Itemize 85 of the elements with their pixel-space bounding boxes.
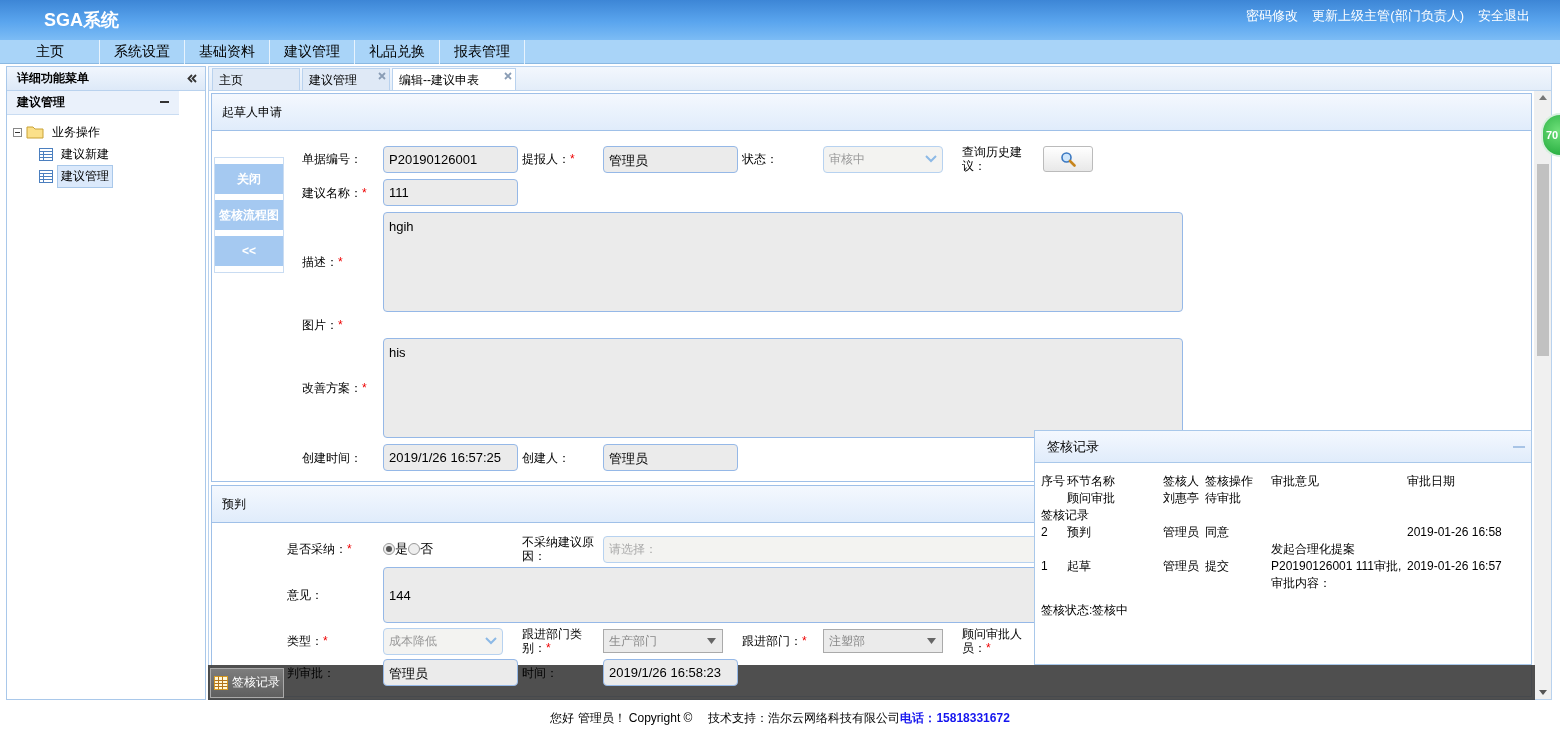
approval-status: 签核状态:签核中 — [1041, 603, 1129, 617]
field-label: 图片：* — [302, 318, 343, 332]
app-logo: SGA系统 — [44, 9, 119, 32]
records-button[interactable]: 签核记录 — [210, 667, 284, 698]
caret-down-icon[interactable] — [1538, 690, 1547, 695]
footer-phone: 电话：15818331672 — [900, 710, 1010, 727]
field-label: 单据编号： — [302, 152, 362, 166]
panel-header: 起草人申请 — [212, 94, 1531, 131]
text-area[interactable]: hgih — [383, 212, 1183, 312]
search-button[interactable] — [1043, 146, 1093, 172]
sidebar-section[interactable]: 建议管理 — [7, 91, 179, 115]
field-label: 查询历史建议： — [962, 145, 1023, 173]
close-icon[interactable] — [504, 72, 512, 80]
tree-item[interactable]: 业务操作 — [48, 120, 104, 144]
search-icon — [1060, 151, 1076, 167]
field-label: 创建时间： — [302, 450, 362, 465]
chevron-down-icon — [924, 154, 938, 164]
text-field[interactable]: 管理员 — [603, 444, 738, 471]
table-cell: 刘惠亭 — [1163, 491, 1199, 505]
menu-item[interactable]: 报表管理 — [440, 40, 525, 64]
menu-item[interactable]: 礼品兑换 — [355, 40, 440, 64]
collapse-icon[interactable] — [187, 74, 197, 83]
footer-greeting: 您好 管理员！ Copyright © — [550, 710, 693, 727]
chevron-down-icon — [484, 636, 498, 646]
field-label: 描述：* — [302, 255, 343, 269]
column-header: 序号 — [1041, 474, 1065, 488]
sidebar-title: 详细功能菜单 — [17, 70, 89, 87]
field-label: 不采纳建议原因： — [522, 535, 595, 563]
field-label: 提报人：* — [522, 152, 575, 166]
column-header: 审批日期 — [1407, 474, 1455, 488]
table-icon — [214, 675, 228, 690]
text-area[interactable]: his — [383, 338, 1183, 438]
text-field[interactable]: P20190126001 — [383, 145, 518, 173]
table-cell: 2019-01-26 16:58 — [1407, 525, 1502, 539]
field-label: 顾问审批人员：* — [962, 627, 1023, 655]
tab[interactable]: 建议管理 — [302, 68, 390, 90]
field-label: 建议名称：* — [302, 185, 367, 200]
tree-item[interactable]: 建议管理 — [57, 164, 113, 188]
radio-option[interactable]: 否 — [408, 540, 433, 558]
table-cell: 同意 — [1205, 525, 1229, 539]
column-header: 签核人 — [1163, 474, 1199, 488]
text-field[interactable]: 111 — [383, 179, 518, 206]
table-icon — [39, 169, 53, 183]
close-icon[interactable] — [378, 72, 386, 80]
column-header: 签核操作 — [1205, 474, 1253, 488]
table-cell: 待审批 — [1205, 491, 1241, 505]
footer-support: 技术支持：浩尔云网络科技有限公司 — [708, 710, 901, 727]
folder-icon — [26, 125, 44, 139]
tab[interactable]: 编辑--建议申表 — [392, 68, 516, 90]
table-cell: 顾问审批 — [1067, 491, 1115, 505]
menu-item[interactable]: 主页 — [0, 40, 100, 64]
text-field[interactable]: 2019/1/26 16:57:25 — [383, 444, 518, 471]
radio-option[interactable]: 是 — [383, 540, 408, 558]
caret-down-icon — [927, 638, 936, 644]
text-field[interactable]: 2019/1/26 16:58:23 — [603, 659, 738, 686]
tree-item[interactable]: 建议新建 — [57, 142, 113, 166]
records-title: 签核记录 — [1041, 508, 1089, 522]
column-header: 环节名称 — [1067, 474, 1115, 488]
caret-up-icon[interactable] — [1538, 95, 1547, 100]
table-cell: 2019-01-26 16:57 — [1407, 559, 1502, 573]
field-label: 是否采纳：* — [287, 542, 352, 556]
table-cell: 发起合理化提案 P20190126001 111审批,审批内容： — [1271, 542, 1402, 590]
field-label: 改善方案：* — [302, 381, 367, 395]
text-field[interactable]: 管理员 — [383, 659, 518, 686]
collapse-icon[interactable] — [13, 127, 22, 137]
menu-item[interactable]: 基础资料 — [185, 40, 270, 64]
field-label: 跟进部门：* — [742, 634, 807, 648]
field-label: 类型：* — [287, 634, 328, 648]
text-field[interactable]: 管理员 — [603, 145, 738, 173]
table-cell: 提交 — [1205, 559, 1229, 573]
field-label: 跟进部门类别：* — [522, 627, 583, 655]
panel-title: 签核记录 — [1047, 437, 1099, 456]
field-label: 时间： — [522, 665, 558, 680]
menu-item[interactable]: 系统设置 — [100, 40, 185, 64]
table-icon — [39, 147, 53, 161]
column-header: 审批意见 — [1271, 474, 1319, 488]
field-label: 创建人： — [522, 450, 570, 465]
scrollbar-thumb[interactable] — [1536, 164, 1549, 356]
tab[interactable]: 主页 — [212, 68, 300, 90]
menu-item[interactable]: 建议管理 — [270, 40, 355, 64]
caret-down-icon — [707, 638, 716, 644]
field-label: 状态： — [742, 152, 778, 166]
minus-icon[interactable] — [160, 101, 169, 104]
field-label: 判审批： — [287, 665, 335, 680]
field-label: 意见： — [287, 588, 323, 602]
